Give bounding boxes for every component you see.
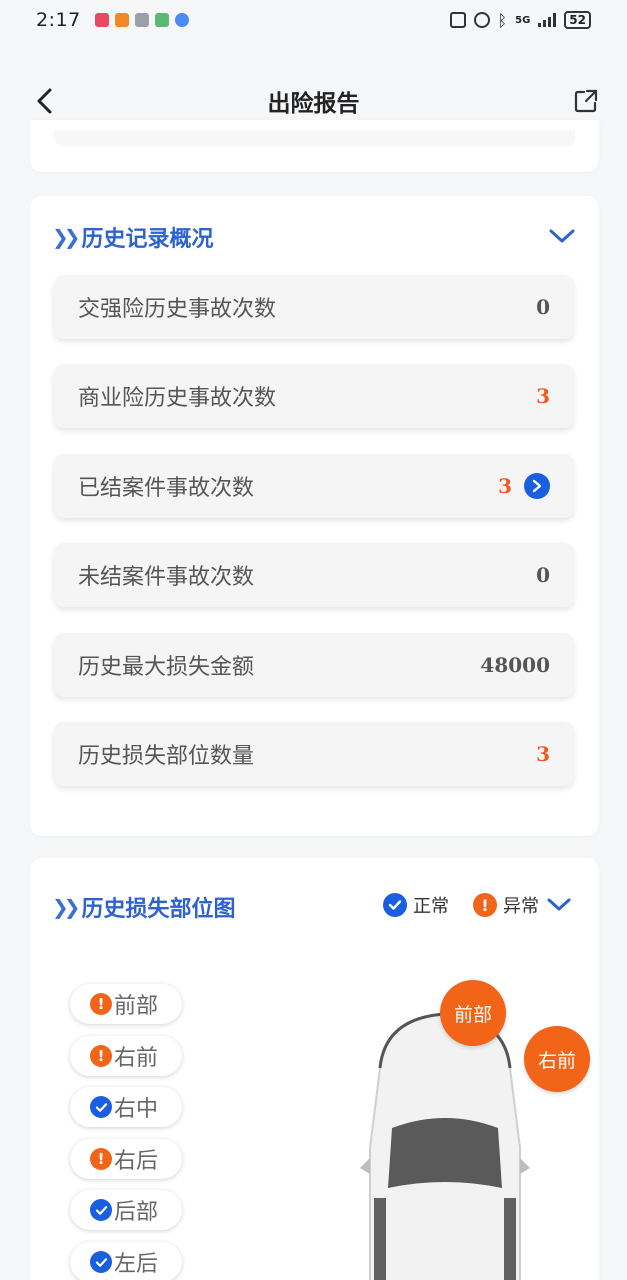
row-label: 已结案件事故次数 <box>78 476 255 501</box>
history-row-max-loss: 历史最大损失金额 48000 <box>54 633 574 697</box>
legend-abnormal-label: 异常 <box>503 896 539 917</box>
parts-section-title: 历史损失部位图 <box>81 897 236 922</box>
part-label: 后部 <box>114 1200 159 1225</box>
network-type: 5G <box>515 14 531 26</box>
part-pill-front[interactable]: ! 前部 <box>70 984 182 1024</box>
app-notification-icon <box>94 13 109 27</box>
app-notification-icon <box>174 13 189 27</box>
previous-card <box>30 120 599 172</box>
row-value: 48000 <box>480 653 550 677</box>
app-notification-icon <box>114 13 129 27</box>
history-section-header: ❯❯ 历史记录概况 <box>52 220 214 254</box>
damage-parts-card: ❯❯ 历史损失部位图 正常 ! 异常 ! 前部 ! 右前 右中 ! 右后 后部 … <box>30 858 599 1280</box>
notification-icons <box>94 13 189 27</box>
row-value: 3 <box>536 742 550 766</box>
battery-icon: 52 <box>564 11 591 29</box>
history-row-closed-cases[interactable]: 已结案件事故次数 3 <box>54 454 574 518</box>
row-label: 历史损失部位数量 <box>78 744 255 769</box>
double-chevron-icon: ❯❯ <box>52 225 80 249</box>
part-pill-right-front[interactable]: ! 右前 <box>70 1036 182 1076</box>
damage-marker-right-front[interactable]: 右前 <box>524 1026 590 1092</box>
legend-abnormal: ! 异常 <box>473 892 539 918</box>
damage-marker-front[interactable]: 前部 <box>440 980 506 1046</box>
exclamation-circle-icon: ! <box>90 1045 112 1067</box>
part-label: 右前 <box>114 1046 159 1071</box>
row-value: 3 <box>536 384 550 408</box>
chevron-down-icon[interactable] <box>545 896 573 914</box>
history-overview-card: ❯❯ 历史记录概况 交强险历史事故次数 0 商业险历史事故次数 3 已结案件事故… <box>30 196 599 836</box>
app-notification-icon <box>134 13 149 27</box>
parts-section-header: ❯❯ 历史损失部位图 <box>52 890 236 924</box>
legend-normal: 正常 <box>383 892 449 918</box>
legend-normal-label: 正常 <box>413 896 449 917</box>
chevron-right-icon[interactable] <box>524 473 550 499</box>
row-label: 历史最大损失金额 <box>78 655 255 680</box>
signal-icon <box>538 13 557 27</box>
exclamation-circle-icon: ! <box>90 1148 112 1170</box>
part-pill-rear[interactable]: 后部 <box>70 1190 182 1230</box>
page-title: 出险报告 <box>267 91 360 117</box>
history-row-damaged-parts-count: 历史损失部位数量 3 <box>54 722 574 786</box>
row-value: 0 <box>536 563 550 587</box>
check-circle-icon <box>90 1096 112 1118</box>
part-pill-right-rear[interactable]: ! 右后 <box>70 1139 182 1179</box>
alarm-icon <box>473 12 490 28</box>
row-label: 商业险历史事故次数 <box>78 386 277 411</box>
row-label: 未结案件事故次数 <box>78 565 255 590</box>
status-time: 2:17 <box>36 9 81 31</box>
history-section-title: 历史记录概况 <box>81 227 214 252</box>
bluetooth-icon: ᛒ <box>497 10 508 30</box>
history-row-open-cases: 未结案件事故次数 0 <box>54 543 574 607</box>
chevron-down-icon[interactable] <box>547 226 577 246</box>
part-label: 右中 <box>114 1097 159 1122</box>
check-circle-icon <box>90 1251 112 1273</box>
nfc-icon <box>449 12 466 28</box>
check-circle-icon <box>383 893 407 917</box>
exclamation-circle-icon: ! <box>473 893 497 917</box>
car-top-view-icon <box>360 1012 530 1280</box>
part-pill-left-rear[interactable]: 左后 <box>70 1242 182 1280</box>
back-icon[interactable] <box>30 86 60 116</box>
row-value: 0 <box>536 295 550 319</box>
part-label: 左后 <box>114 1252 159 1277</box>
share-icon[interactable] <box>573 88 599 114</box>
history-row-compulsory-accidents: 交强险历史事故次数 0 <box>54 275 574 339</box>
history-row-commercial-accidents: 商业险历史事故次数 3 <box>54 364 574 428</box>
exclamation-circle-icon: ! <box>90 993 112 1015</box>
status-bar: 2:17 ᛒ 5G 52 <box>0 0 627 40</box>
check-circle-icon <box>90 1199 112 1221</box>
part-pill-right-middle[interactable]: 右中 <box>70 1087 182 1127</box>
car-diagram: 前部 右前 <box>350 980 590 1280</box>
row-value: 3 <box>498 474 512 498</box>
double-chevron-icon: ❯❯ <box>52 895 80 919</box>
part-label: 前部 <box>114 994 159 1019</box>
status-legend: 正常 ! 异常 <box>383 892 573 918</box>
row-label: 交强险历史事故次数 <box>78 297 277 322</box>
app-notification-icon <box>154 13 169 27</box>
part-label: 右后 <box>114 1149 159 1174</box>
